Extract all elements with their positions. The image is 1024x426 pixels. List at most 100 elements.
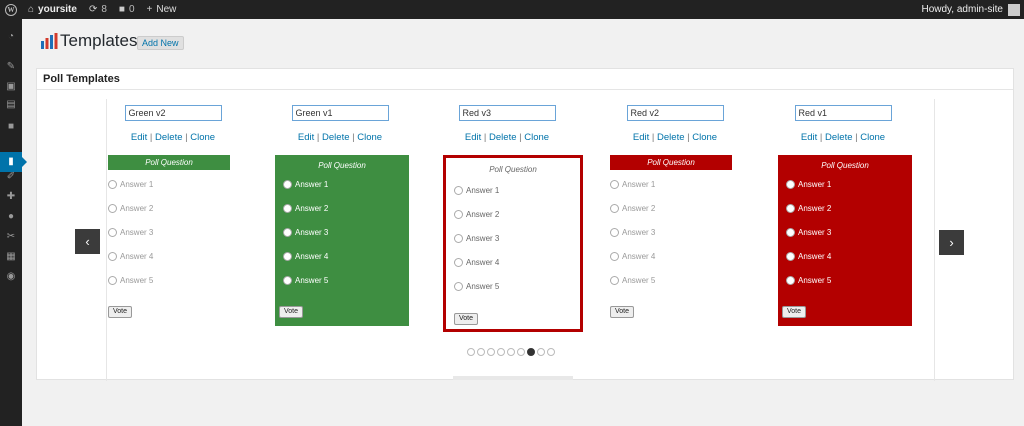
radio-button[interactable] [454,282,463,291]
radio-button[interactable] [454,258,463,267]
radio-button[interactable] [108,228,117,237]
clone-link[interactable]: Clone [692,132,717,143]
template-name-input[interactable] [124,105,222,121]
updates-link[interactable]: ⟳ 8 [83,0,113,19]
poll-answer[interactable]: Answer 4 [108,252,153,261]
template-name-input[interactable] [794,105,892,121]
add-new-button[interactable]: Add New [137,36,184,50]
carousel-prev-button[interactable]: ‹ [75,229,100,254]
delete-link[interactable]: Delete [322,132,349,143]
template-name-input[interactable] [291,105,389,121]
radio-button[interactable] [610,204,619,213]
poll-answer[interactable]: Answer 1 [610,180,655,189]
radio-button[interactable] [283,228,292,237]
poll-answer[interactable]: Answer 3 [283,228,328,237]
pagination-dot[interactable] [487,348,495,356]
poll-answer[interactable]: Answer 5 [786,276,831,285]
radio-button[interactable] [786,180,795,189]
vote-button[interactable]: Vote [610,306,635,318]
poll-answer[interactable]: Answer 3 [786,228,831,237]
poll-answer[interactable]: Answer 5 [454,282,499,291]
pagination-dot[interactable] [467,348,475,356]
vote-button[interactable]: Vote [279,306,304,318]
vote-button[interactable]: Vote [108,306,133,318]
radio-button[interactable] [108,180,117,189]
vote-button[interactable]: Vote [454,313,479,325]
poll-answer[interactable]: Answer 4 [786,252,831,261]
poll-answer[interactable]: Answer 1 [786,180,831,189]
pagination-dot[interactable] [507,348,515,356]
radio-button[interactable] [786,252,795,261]
plugins-icon[interactable]: ✚ [5,191,17,203]
poll-answer[interactable]: Answer 4 [283,252,328,261]
radio-button[interactable] [610,228,619,237]
edit-link[interactable]: Edit [465,132,481,143]
edit-link[interactable]: Edit [298,132,314,143]
collapse-icon[interactable]: ◉ [5,271,17,283]
radio-button[interactable] [108,204,117,213]
poll-answer[interactable]: Answer 4 [454,258,499,267]
pagination-dot[interactable] [517,348,525,356]
pin-icon[interactable]: ✎ [5,61,17,73]
horizontal-scrollbar[interactable] [453,376,573,380]
poll-answer[interactable]: Answer 5 [610,276,655,285]
radio-button[interactable] [283,252,292,261]
radio-button[interactable] [283,204,292,213]
radio-button[interactable] [108,252,117,261]
vote-button[interactable]: Vote [782,306,807,318]
appearance-icon[interactable]: ✐ [5,171,17,183]
clone-link[interactable]: Clone [860,132,885,143]
polls-icon[interactable]: ▮ [5,156,17,168]
media-icon[interactable]: ▣ [5,81,17,93]
poll-answer[interactable]: Answer 1 [108,180,153,189]
radio-button[interactable] [786,276,795,285]
radio-button[interactable] [108,276,117,285]
edit-link[interactable]: Edit [131,132,147,143]
comments-link[interactable]: ■ 0 [113,0,141,19]
user-menu[interactable]: Howdy, admin-site [921,0,1020,19]
users-icon[interactable]: ● [5,211,17,223]
pagination-dot[interactable] [497,348,505,356]
template-name-input[interactable] [626,105,724,121]
poll-answer[interactable]: Answer 3 [454,234,499,243]
radio-button[interactable] [283,276,292,285]
radio-button[interactable] [454,210,463,219]
poll-answer[interactable]: Answer 2 [786,204,831,213]
poll-answer[interactable]: Answer 3 [108,228,153,237]
comments-menu-icon[interactable]: ■ [5,121,17,133]
radio-button[interactable] [610,252,619,261]
template-name-input[interactable] [458,105,556,121]
tools-icon[interactable]: ✂ [5,231,17,243]
poll-answer[interactable]: Answer 3 [610,228,655,237]
pages-icon[interactable]: ▤ [5,99,17,111]
pagination-dot[interactable] [547,348,555,356]
poll-answer[interactable]: Answer 1 [283,180,328,189]
poll-answer[interactable]: Answer 2 [454,210,499,219]
site-name-link[interactable]: ⌂ yoursite [22,0,83,19]
poll-answer[interactable]: Answer 4 [610,252,655,261]
clone-link[interactable]: Clone [524,132,549,143]
pagination-dot[interactable] [527,348,535,356]
radio-button[interactable] [454,186,463,195]
clone-link[interactable]: Clone [190,132,215,143]
new-content-link[interactable]: + New [141,0,183,19]
edit-link[interactable]: Edit [801,132,817,143]
settings-icon[interactable]: ▦ [5,251,17,263]
poll-answer[interactable]: Answer 1 [454,186,499,195]
radio-button[interactable] [786,228,795,237]
radio-button[interactable] [610,180,619,189]
radio-button[interactable] [786,204,795,213]
delete-link[interactable]: Delete [155,132,182,143]
pagination-dot[interactable] [537,348,545,356]
poll-answer[interactable]: Answer 2 [610,204,655,213]
clone-link[interactable]: Clone [357,132,382,143]
radio-button[interactable] [610,276,619,285]
poll-answer[interactable]: Answer 2 [283,204,328,213]
poll-answer[interactable]: Answer 5 [283,276,328,285]
delete-link[interactable]: Delete [657,132,684,143]
poll-answer[interactable]: Answer 2 [108,204,153,213]
delete-link[interactable]: Delete [825,132,852,143]
radio-button[interactable] [283,180,292,189]
radio-button[interactable] [454,234,463,243]
delete-link[interactable]: Delete [489,132,516,143]
